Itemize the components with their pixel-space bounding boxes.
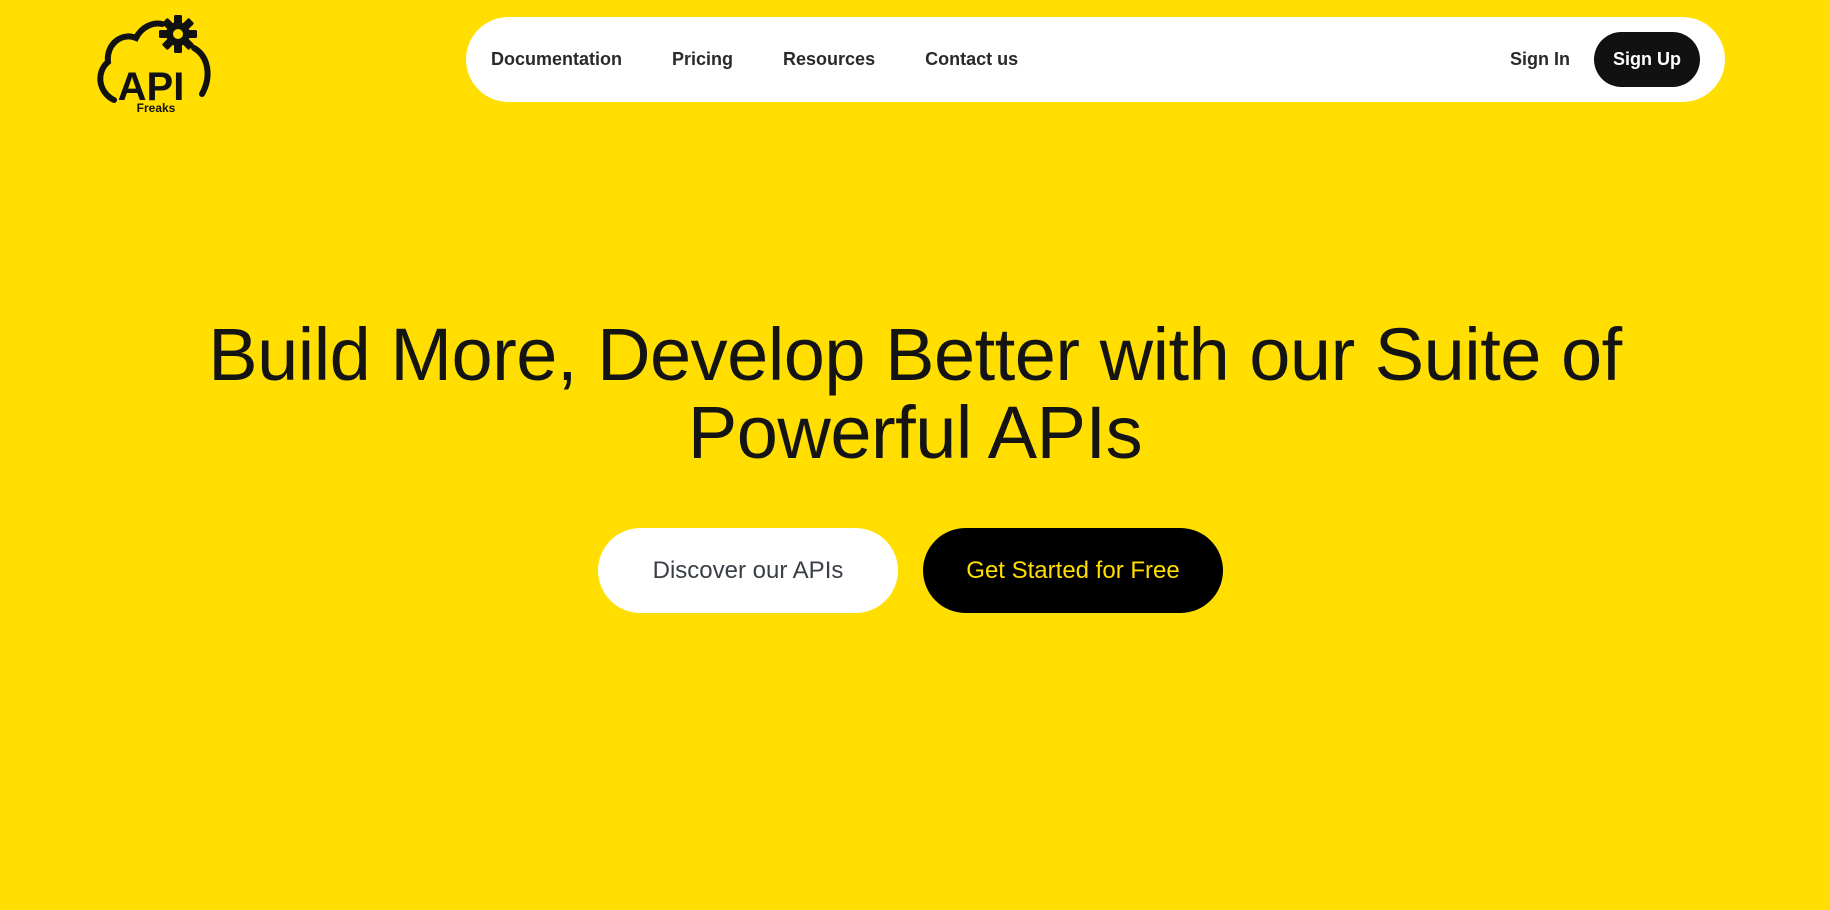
cloud-gear-icon: API Freaks [97,15,211,115]
hero-title-line-1: Build More, Develop Better with our Suit… [208,313,1622,396]
top-navbar: Documentation Pricing Resources Contact … [466,17,1725,102]
nav-link-documentation[interactable]: Documentation [491,49,622,70]
sign-up-button[interactable]: Sign Up [1594,32,1700,87]
api-freaks-logo[interactable]: API Freaks [96,14,214,116]
discover-apis-button[interactable]: Discover our APIs [598,528,898,613]
sign-in-link[interactable]: Sign In [1510,17,1570,102]
hero-title-line-2: Powerful APIs [687,391,1143,474]
hero-title: Build More, Develop Better with our Suit… [0,316,1830,472]
get-started-button[interactable]: Get Started for Free [923,528,1223,613]
logo-subtext: Freaks [137,101,176,115]
nav-links: Documentation Pricing Resources Contact … [491,17,1018,102]
nav-link-pricing[interactable]: Pricing [672,49,733,70]
nav-link-contact-us[interactable]: Contact us [925,49,1018,70]
nav-link-resources[interactable]: Resources [783,49,875,70]
